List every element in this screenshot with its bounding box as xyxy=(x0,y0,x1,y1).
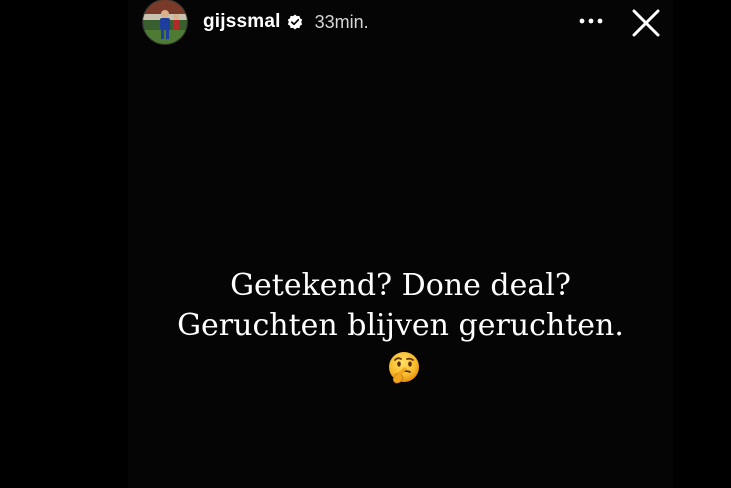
story-caption: Getekend? Done deal? Geruchten blijven g… xyxy=(128,266,673,346)
story-viewer: gijssmal 33min. Getekend? Done deal? Ger… xyxy=(0,0,731,488)
caption-line-2: Geruchten blijven geruchten. xyxy=(177,308,624,343)
story-header: gijssmal 33min. xyxy=(143,0,369,44)
story-canvas[interactable] xyxy=(128,0,673,488)
caption-line-1: Getekend? Done deal? xyxy=(230,268,571,303)
thinking-face-emoji-icon xyxy=(386,350,422,386)
username[interactable]: gijssmal xyxy=(203,11,281,33)
more-options-button[interactable] xyxy=(578,10,604,32)
verified-badge-icon xyxy=(287,14,303,30)
avatar[interactable] xyxy=(143,0,187,44)
close-button[interactable] xyxy=(630,7,662,39)
close-icon xyxy=(632,9,660,37)
story-timestamp: 33min. xyxy=(314,11,369,32)
avatar-photo xyxy=(143,0,187,44)
more-options-icon xyxy=(579,18,603,24)
